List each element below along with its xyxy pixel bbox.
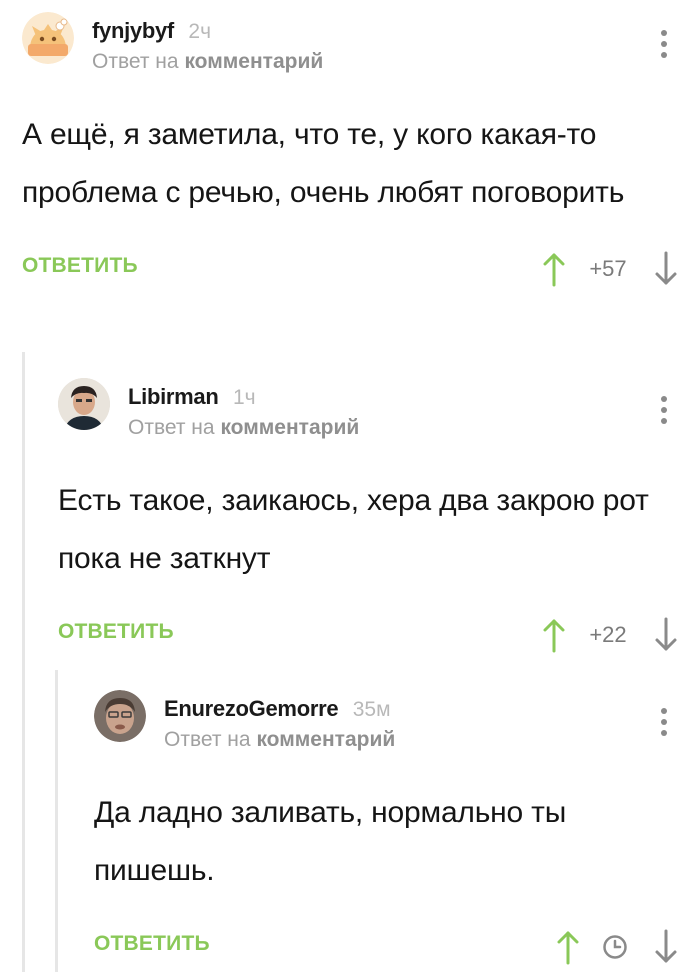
comment-time: 1ч xyxy=(232,386,256,409)
author-name[interactable]: fynjybyf xyxy=(92,18,174,43)
vote-controls: +22 xyxy=(542,610,678,660)
author-line: fynjybyf 2ч xyxy=(92,18,211,44)
reply-to: Ответ на комментарий xyxy=(128,416,359,440)
comment-text: А ещё, я заметила, что те, у кого какая-… xyxy=(22,118,625,209)
comment-text: Да ладно заливать, нормально ты пишешь. xyxy=(94,796,567,887)
cat-avatar-icon xyxy=(22,12,74,64)
comment-header: Libirman 1ч Ответ на комментарий xyxy=(58,378,678,442)
downvote-arrow-icon[interactable] xyxy=(654,251,678,287)
thread-line xyxy=(22,352,25,972)
reply-to-prefix: Ответ на xyxy=(128,416,215,439)
reply-to: Ответ на комментарий xyxy=(92,50,323,74)
rating-value: +22 xyxy=(589,622,627,647)
person-avatar-icon xyxy=(94,690,146,742)
upvote-arrow-icon[interactable] xyxy=(542,617,566,653)
comment: fynjybyf 2ч Ответ на комментарий А ещё, … xyxy=(22,12,678,294)
reply-button[interactable]: ОТВЕТИТЬ xyxy=(94,932,210,956)
more-options-icon[interactable] xyxy=(660,30,668,64)
comment-thread: fynjybyf 2ч Ответ на комментарий А ещё, … xyxy=(0,0,700,972)
vote-controls: +57 xyxy=(542,244,678,294)
comment-actions: ОТВЕТИТЬ xyxy=(94,922,678,972)
comment-actions: ОТВЕТИТЬ +57 xyxy=(22,244,678,294)
comment-text: Есть такое, заикаюсь, хера два закрою ро… xyxy=(58,484,649,575)
reply-button[interactable]: ОТВЕТИТЬ xyxy=(58,620,174,644)
avatar[interactable] xyxy=(22,12,74,64)
comment-time: 35м xyxy=(352,698,391,721)
downvote-arrow-icon[interactable] xyxy=(654,929,678,965)
more-options-icon[interactable] xyxy=(660,396,668,430)
downvote-arrow-icon[interactable] xyxy=(654,617,678,653)
reply-to-prefix: Ответ на xyxy=(92,50,179,73)
person-avatar-icon xyxy=(58,378,110,430)
reply-to-link[interactable]: комментарий xyxy=(256,728,395,751)
author-name[interactable]: Libirman xyxy=(128,384,219,409)
more-options-icon[interactable] xyxy=(660,708,668,742)
comment-actions: ОТВЕТИТЬ +22 xyxy=(58,610,678,660)
vote-controls xyxy=(556,922,678,972)
upvote-arrow-icon[interactable] xyxy=(542,251,566,287)
comment-header: fynjybyf 2ч Ответ на комментарий xyxy=(22,12,678,76)
thread-line xyxy=(55,670,58,972)
upvote-arrow-icon[interactable] xyxy=(556,929,580,965)
comment-header: EnurezoGemorre 35м Ответ на комментарий xyxy=(94,690,678,754)
avatar[interactable] xyxy=(94,690,146,742)
author-line: Libirman 1ч xyxy=(128,384,256,410)
reply-to-link[interactable]: комментарий xyxy=(184,50,323,73)
author-line: EnurezoGemorre 35м xyxy=(164,696,391,722)
reply-to-link[interactable]: комментарий xyxy=(220,416,359,439)
reply-to: Ответ на комментарий xyxy=(164,728,395,752)
author-name[interactable]: EnurezoGemorre xyxy=(164,696,339,721)
reply-to-prefix: Ответ на xyxy=(164,728,251,751)
avatar[interactable] xyxy=(58,378,110,430)
comment: EnurezoGemorre 35м Ответ на комментарий … xyxy=(94,690,678,972)
comment-time: 2ч xyxy=(188,20,212,43)
rating-value: +57 xyxy=(589,256,627,281)
clock-icon xyxy=(603,935,627,959)
reply-button[interactable]: ОТВЕТИТЬ xyxy=(22,254,138,278)
comment: Libirman 1ч Ответ на комментарий Есть та… xyxy=(58,378,678,660)
